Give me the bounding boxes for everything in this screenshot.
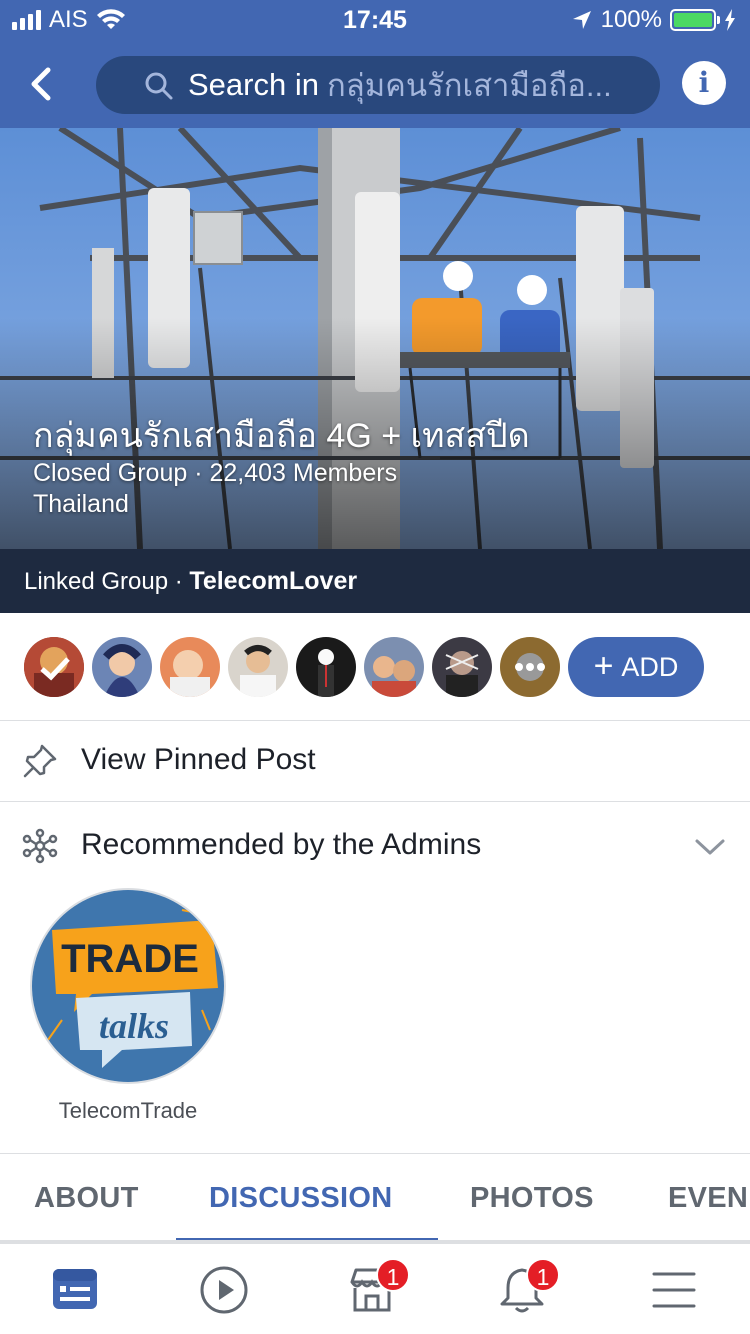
tab-events[interactable]: EVEN xyxy=(668,1182,748,1215)
news-feed-icon xyxy=(53,1269,97,1309)
view-pinned-post-row[interactable]: View Pinned Post xyxy=(0,721,750,802)
member-avatar[interactable] xyxy=(364,637,424,697)
recommended-label: Recommended by the Admins xyxy=(81,828,482,861)
group-cover-photo[interactable]: กลุ่มคนรักเสามือถือ 4G + เทสสปีด Closed … xyxy=(0,128,750,549)
battery-icon xyxy=(670,9,720,31)
charging-bolt-icon xyxy=(725,9,735,31)
marketplace-badge: 1 xyxy=(376,1258,410,1292)
group-search-input[interactable]: Search in กลุ่มคนรักเสามือถือ... xyxy=(96,56,660,114)
group-network-icon xyxy=(22,828,58,864)
add-member-label: ADD xyxy=(621,651,679,682)
group-name: กลุ่มคนรักเสามือถือ 4G + เทสสปีด xyxy=(33,417,530,455)
recommended-group-name[interactable]: TelecomTrade xyxy=(0,1098,256,1124)
watch-tab[interactable] xyxy=(198,1264,254,1316)
status-bar: AIS 17:45 100% xyxy=(0,0,750,40)
members-row: + ADD xyxy=(0,613,750,721)
search-group-name: กลุ่มคนรักเสามือถือ... xyxy=(326,68,612,103)
telecomtrade-group-logo[interactable]: TRADE talks xyxy=(30,888,226,1084)
pin-icon xyxy=(23,744,57,778)
back-chevron-icon[interactable] xyxy=(22,60,62,108)
bottom-tab-bar: 1 1 xyxy=(0,1246,750,1334)
info-icon[interactable]: i xyxy=(682,61,726,105)
battery-percent: 100% xyxy=(600,6,662,33)
plus-icon: + xyxy=(593,646,614,685)
group-privacy-members: Closed Group · 22,403 Members xyxy=(33,459,398,487)
member-avatar[interactable] xyxy=(160,637,220,697)
notifications-badge: 1 xyxy=(526,1258,560,1292)
group-tabs: ABOUT DISCUSSION PHOTOS EVEN xyxy=(0,1154,750,1244)
search-prefix: Search in xyxy=(188,67,319,102)
news-feed-tab[interactable] xyxy=(50,1264,106,1316)
add-member-button[interactable]: + ADD xyxy=(568,637,704,697)
logo-word-trade: TRADE xyxy=(61,937,199,981)
more-members-avatar[interactable] xyxy=(500,637,560,697)
location-arrow-icon xyxy=(572,11,591,29)
menu-tab[interactable] xyxy=(648,1264,704,1316)
top-bar: AIS 17:45 100% Search in กลุ่มคนรักเสามื… xyxy=(0,0,750,128)
recommended-by-admins-section: Recommended by the Admins TRADE talks Te… xyxy=(0,802,750,1154)
linked-group-bar[interactable]: Linked Group · TelecomLover xyxy=(0,549,750,613)
member-avatar[interactable] xyxy=(24,637,84,697)
play-video-icon xyxy=(200,1266,248,1314)
member-avatar[interactable] xyxy=(296,637,356,697)
member-avatar[interactable] xyxy=(92,637,152,697)
linked-group-prefix: Linked Group · xyxy=(24,568,190,595)
linked-group-name[interactable]: TelecomLover xyxy=(189,567,357,595)
tab-discussion[interactable]: DISCUSSION xyxy=(209,1182,392,1215)
member-avatar[interactable] xyxy=(228,637,288,697)
member-avatar[interactable] xyxy=(432,637,492,697)
group-location: Thailand xyxy=(33,490,129,518)
notifications-tab[interactable]: 1 xyxy=(496,1258,560,1316)
hamburger-menu-icon xyxy=(652,1272,696,1308)
search-icon xyxy=(145,72,173,100)
active-tab-indicator xyxy=(176,1238,438,1240)
chevron-down-icon[interactable] xyxy=(694,836,726,858)
tab-photos[interactable]: PHOTOS xyxy=(470,1182,594,1215)
logo-word-talks: talks xyxy=(99,1006,169,1046)
marketplace-tab[interactable]: 1 xyxy=(346,1258,410,1316)
view-pinned-post-label: View Pinned Post xyxy=(81,743,316,776)
tab-about[interactable]: ABOUT xyxy=(34,1182,139,1215)
group-info: กลุ่มคนรักเสามือถือ 4G + เทสสปีด Closed … xyxy=(33,414,530,520)
